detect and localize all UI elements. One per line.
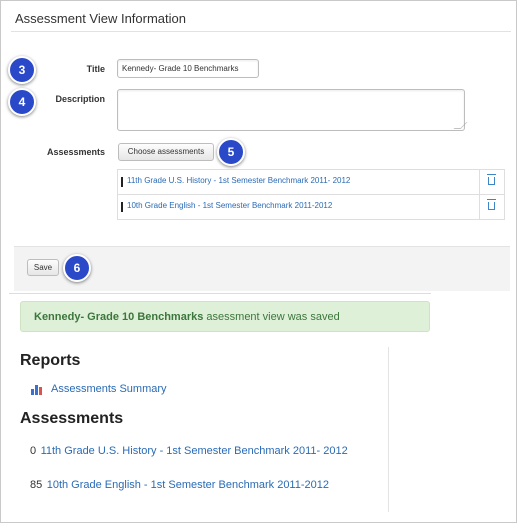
drag-handle-icon[interactable] <box>121 177 123 187</box>
reports-heading: Reports <box>20 352 81 369</box>
drag-handle-icon[interactable] <box>121 202 123 212</box>
delete-cell <box>479 195 504 219</box>
list-item: 85 10th Grade English - 1st Semester Ben… <box>30 475 329 493</box>
table-row: 10th Grade English - 1st Semester Benchm… <box>118 195 504 219</box>
page-title: Assessment View Information <box>15 11 186 26</box>
step-badge-6: 6 <box>63 254 91 282</box>
table-row: 11th Grade U.S. History - 1st Semester B… <box>118 170 504 195</box>
assessments-label: Assessments <box>46 147 105 157</box>
assessment-count: 0 <box>30 445 37 457</box>
assessments-summary-link[interactable]: Assessments Summary <box>51 383 167 395</box>
assessment-link[interactable]: 11th Grade U.S. History - 1st Semester B… <box>127 176 350 185</box>
assessment-link[interactable]: 11th Grade U.S. History - 1st Semester B… <box>41 445 348 457</box>
description-textarea[interactable] <box>117 89 465 131</box>
assessment-count: 85 <box>30 479 43 491</box>
title-label: Title <box>86 64 105 74</box>
step-badge-5: 5 <box>217 138 245 166</box>
success-alert: Kennedy- Grade 10 Benchmarks asessment v… <box>20 301 430 332</box>
trash-icon[interactable] <box>487 174 496 185</box>
description-label: Description <box>55 94 105 104</box>
trash-icon[interactable] <box>487 199 496 210</box>
title-input[interactable] <box>117 59 259 78</box>
list-item: 0 11th Grade U.S. History - 1st Semester… <box>30 441 348 459</box>
screenshot-frame: Assessment View Information 3 Title 4 De… <box>0 0 517 523</box>
section-divider <box>9 293 431 294</box>
bar-chart-icon <box>31 385 42 395</box>
choose-assessments-button[interactable]: Choose assessments <box>118 143 214 161</box>
alert-message: asessment view was saved <box>203 311 340 323</box>
assessments-heading: Assessments <box>20 410 124 427</box>
alert-view-name: Kennedy- Grade 10 Benchmarks <box>34 311 204 323</box>
title-divider <box>11 31 511 32</box>
selected-assessments-table: 11th Grade U.S. History - 1st Semester B… <box>117 169 505 220</box>
save-button[interactable]: Save <box>27 259 59 276</box>
assessment-link[interactable]: 10th Grade English - 1st Semester Benchm… <box>127 201 332 210</box>
column-divider <box>388 347 389 512</box>
delete-cell <box>479 170 504 194</box>
assessment-link[interactable]: 10th Grade English - 1st Semester Benchm… <box>47 479 329 491</box>
